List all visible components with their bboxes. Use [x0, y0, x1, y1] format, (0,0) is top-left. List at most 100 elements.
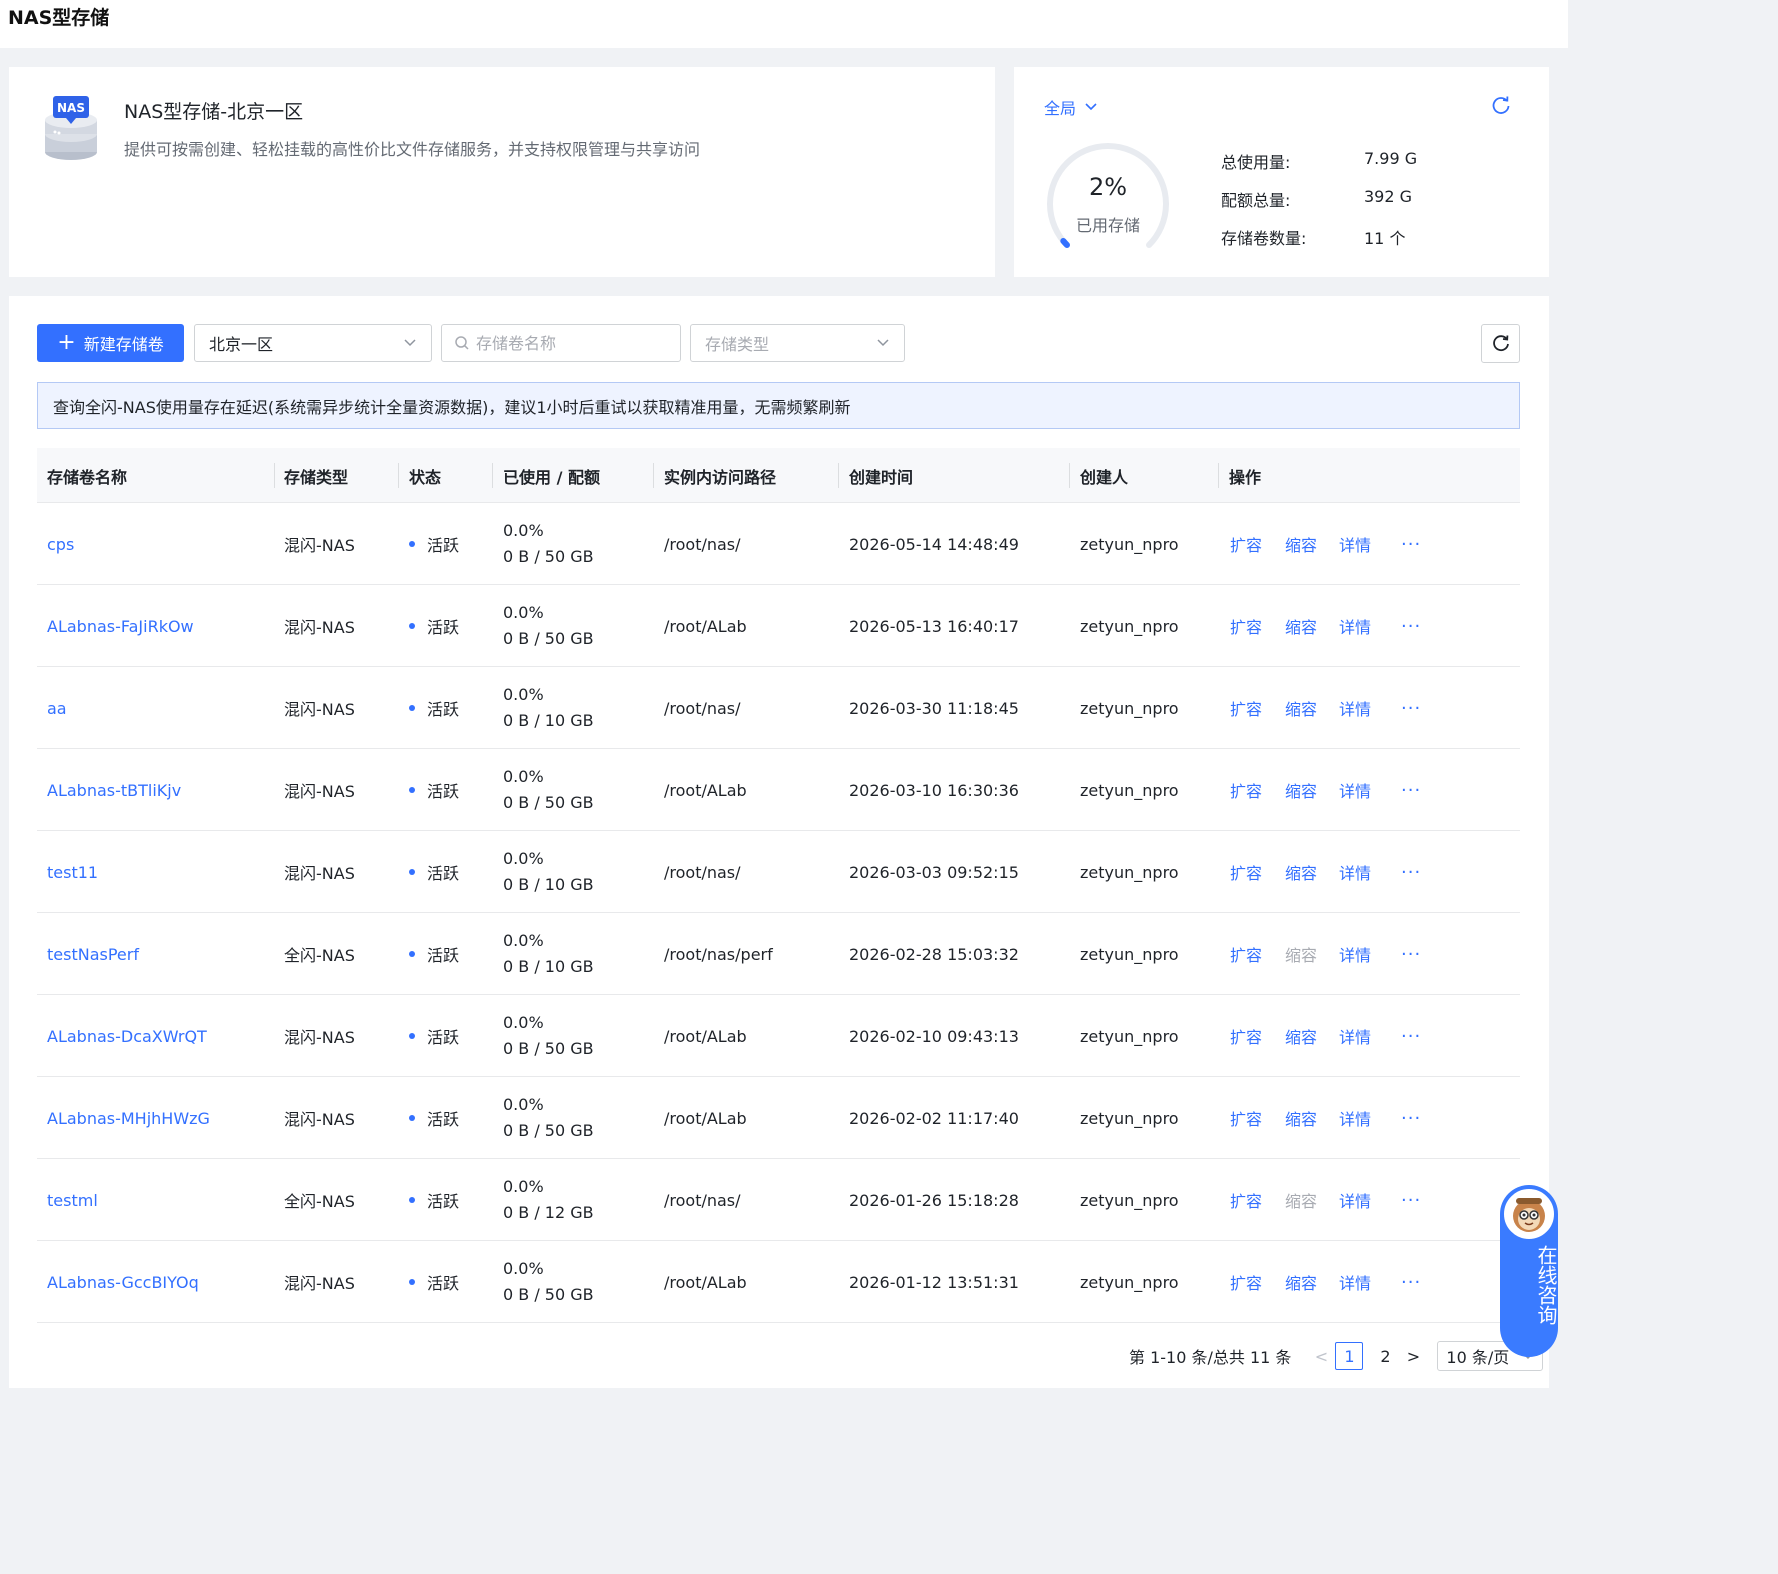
- shrink-action[interactable]: 缩容: [1285, 995, 1317, 1077]
- usage-cell: 0.0% 0 B / 10 GB: [503, 913, 594, 995]
- shrink-action[interactable]: 缩容: [1285, 667, 1317, 749]
- volume-name-link[interactable]: aa: [47, 667, 67, 749]
- usage-quota: 0 B / 50 GB: [503, 1121, 594, 1140]
- expand-action[interactable]: 扩容: [1230, 749, 1262, 831]
- more-actions-icon[interactable]: ···: [1401, 1077, 1421, 1159]
- search-input[interactable]: [476, 333, 666, 353]
- usage-percent: 0.0%: [503, 1259, 544, 1278]
- column-divider: [1069, 463, 1070, 488]
- expand-action[interactable]: 扩容: [1230, 831, 1262, 913]
- more-actions-icon[interactable]: ···: [1401, 667, 1421, 749]
- new-volume-button[interactable]: + 新建存储卷: [37, 324, 184, 362]
- expand-action[interactable]: 扩容: [1230, 995, 1262, 1077]
- shrink-action[interactable]: 缩容: [1285, 1241, 1317, 1323]
- pagination-summary: 第 1-10 条/总共 11 条: [1129, 1348, 1292, 1367]
- volume-name-link[interactable]: ALabnas-MHjhHWzG: [47, 1077, 210, 1159]
- plus-icon: +: [57, 330, 76, 355]
- access-path-cell: /root/ALab: [664, 1272, 747, 1292]
- more-actions-icon[interactable]: ···: [1401, 1159, 1421, 1241]
- expand-action[interactable]: 扩容: [1230, 1077, 1262, 1159]
- status-cell: 活跃: [409, 503, 459, 585]
- expand-action[interactable]: 扩容: [1230, 667, 1262, 749]
- more-actions-icon[interactable]: ···: [1401, 831, 1421, 913]
- created-time-cell: 2026-01-12 13:51:31: [849, 1272, 1019, 1292]
- more-actions-icon[interactable]: ···: [1401, 585, 1421, 667]
- column-divider: [653, 463, 654, 488]
- volume-name-link[interactable]: ALabnas-tBTliKjv: [47, 749, 181, 831]
- usage-cell: 0.0% 0 B / 50 GB: [503, 1077, 594, 1159]
- status-dot-icon: [409, 541, 415, 547]
- more-actions-icon[interactable]: ···: [1401, 1241, 1421, 1323]
- region-select[interactable]: 北京一区: [194, 324, 432, 362]
- storage-type-cell: 混闪-NAS: [284, 1274, 355, 1293]
- page-2-button[interactable]: 2: [1371, 1342, 1399, 1370]
- shrink-action[interactable]: 缩容: [1285, 831, 1317, 913]
- detail-action[interactable]: 详情: [1339, 1241, 1371, 1323]
- consult-label: 在线咨询: [1534, 1245, 1558, 1325]
- detail-action[interactable]: 详情: [1339, 503, 1371, 585]
- quota-label: 配额总量:: [1221, 191, 1291, 210]
- more-actions-icon[interactable]: ···: [1401, 913, 1421, 995]
- usage-percent: 0.0%: [503, 1013, 544, 1032]
- creator-cell: zetyun_npro: [1080, 534, 1179, 554]
- volume-name-link[interactable]: ALabnas-GccBIYOq: [47, 1241, 199, 1323]
- prev-page-icon[interactable]: <: [1311, 1347, 1331, 1366]
- scope-select[interactable]: 全局: [1044, 95, 1098, 119]
- more-actions-icon[interactable]: ···: [1401, 503, 1421, 585]
- chevron-down-icon: [1085, 103, 1097, 111]
- usage-cell: 0.0% 0 B / 50 GB: [503, 503, 594, 585]
- status-text: 活跃: [427, 1028, 460, 1047]
- nas-storage-icon: NAS: [45, 96, 97, 160]
- column-header-type: 存储类型: [284, 467, 349, 487]
- next-page-icon[interactable]: >: [1403, 1347, 1423, 1366]
- detail-action[interactable]: 详情: [1339, 749, 1371, 831]
- expand-action[interactable]: 扩容: [1230, 1159, 1262, 1241]
- status-cell: 活跃: [409, 585, 459, 667]
- detail-action[interactable]: 详情: [1339, 1077, 1371, 1159]
- expand-action[interactable]: 扩容: [1230, 913, 1262, 995]
- detail-action[interactable]: 详情: [1339, 1159, 1371, 1241]
- column-divider: [1218, 463, 1219, 488]
- svg-text:NAS: NAS: [57, 101, 85, 115]
- created-time-cell: 2026-05-13 16:40:17: [849, 616, 1019, 636]
- status-cell: 活跃: [409, 995, 459, 1077]
- access-path-cell: /root/nas/: [664, 534, 741, 554]
- storage-type-select[interactable]: 存储类型: [690, 324, 905, 362]
- column-header-created: 创建时间: [849, 467, 914, 487]
- usage-percent: 0.0%: [503, 603, 544, 622]
- detail-action[interactable]: 详情: [1339, 585, 1371, 667]
- online-consult-button[interactable]: 在线咨询: [1500, 1185, 1558, 1357]
- detail-action[interactable]: 详情: [1339, 831, 1371, 913]
- shrink-action[interactable]: 缩容: [1285, 585, 1317, 667]
- more-actions-icon[interactable]: ···: [1401, 749, 1421, 831]
- shrink-action[interactable]: 缩容: [1285, 1077, 1317, 1159]
- expand-action[interactable]: 扩容: [1230, 1241, 1262, 1323]
- status-text: 活跃: [427, 864, 460, 883]
- status-dot-icon: [409, 869, 415, 875]
- usage-delay-notice: 查询全闪-NAS使用量存在延迟(系统需异步统计全量资源数据)，建议1小时后重试以…: [37, 382, 1520, 429]
- expand-action[interactable]: 扩容: [1230, 503, 1262, 585]
- refresh-stats-icon[interactable]: [1490, 95, 1512, 117]
- more-actions-icon[interactable]: ···: [1401, 995, 1421, 1077]
- volume-name-link[interactable]: ALabnas-DcaXWrQT: [47, 995, 207, 1077]
- usage-quota: 0 B / 50 GB: [503, 629, 594, 648]
- reload-button[interactable]: [1481, 324, 1520, 363]
- volume-name-link[interactable]: cps: [47, 503, 74, 585]
- page-1-button[interactable]: 1: [1335, 1342, 1364, 1370]
- detail-action[interactable]: 详情: [1339, 995, 1371, 1077]
- volume-name-search[interactable]: [441, 324, 681, 362]
- detail-action[interactable]: 详情: [1339, 913, 1371, 995]
- storage-type-cell: 混闪-NAS: [284, 1028, 355, 1047]
- status-text: 活跃: [427, 1110, 460, 1129]
- detail-action[interactable]: 详情: [1339, 667, 1371, 749]
- volume-name-link[interactable]: testNasPerf: [47, 913, 139, 995]
- usage-quota: 0 B / 10 GB: [503, 957, 594, 976]
- created-time-cell: 2026-03-03 09:52:15: [849, 862, 1019, 882]
- shrink-action[interactable]: 缩容: [1285, 503, 1317, 585]
- volume-name-link[interactable]: test11: [47, 831, 98, 913]
- volume-name-link[interactable]: ALabnas-FaJiRkOw: [47, 585, 194, 667]
- expand-action[interactable]: 扩容: [1230, 585, 1262, 667]
- shrink-action[interactable]: 缩容: [1285, 749, 1317, 831]
- volume-name-link[interactable]: testml: [47, 1159, 98, 1241]
- access-path-cell: /root/nas/: [664, 862, 741, 882]
